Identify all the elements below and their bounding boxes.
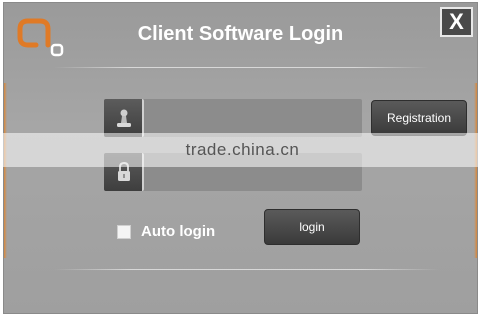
bottom-divider — [54, 269, 439, 270]
username-icon-box — [104, 99, 144, 137]
username-field[interactable] — [104, 99, 362, 137]
login-button[interactable]: login — [264, 209, 360, 245]
user-icon — [117, 109, 131, 127]
close-button[interactable]: X — [440, 7, 473, 37]
window-title: Client Software Login — [137, 23, 344, 45]
top-divider — [54, 67, 429, 68]
watermark-text: trade.china.cn — [185, 140, 300, 159]
window-edge-glow-left — [4, 83, 7, 258]
username-input[interactable] — [146, 99, 362, 137]
auto-login-label: Auto login — [141, 223, 216, 240]
window-edge-glow-right — [474, 83, 477, 258]
registration-button[interactable]: Registration — [371, 100, 467, 136]
close-icon: X — [449, 9, 464, 34]
auto-login-checkbox[interactable] — [117, 225, 131, 239]
